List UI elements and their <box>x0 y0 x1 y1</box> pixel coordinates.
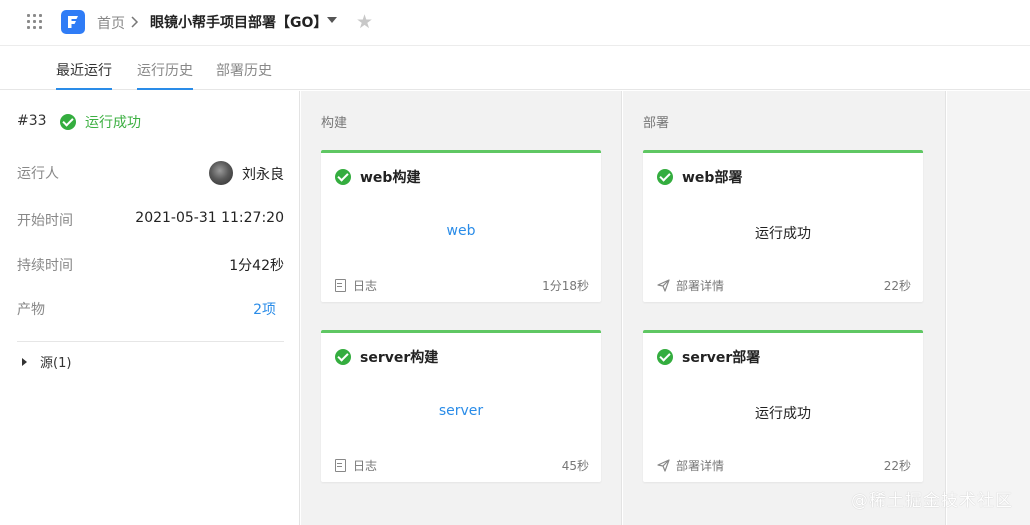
job-card-header: server部署 <box>657 347 760 367</box>
job-status-text: 运行成功 <box>755 406 811 422</box>
job-card-web-build[interactable]: web构建 web 日志 1分18秒 <box>321 150 601 302</box>
source-expander[interactable]: 源(1) <box>22 352 71 371</box>
apps-grid-icon[interactable] <box>27 14 43 30</box>
check-circle-icon <box>657 349 673 365</box>
job-card-header: web构建 <box>335 167 420 187</box>
tab-run-history[interactable]: 运行历史 <box>137 60 193 90</box>
deploy-detail-label: 部署详情 <box>676 279 725 293</box>
job-card-web-deploy[interactable]: web部署 运行成功 部署详情 22秒 <box>643 150 923 302</box>
watermark: @稀土掘金技术社区 <box>851 491 1013 511</box>
caret-right-icon <box>22 357 27 366</box>
runner-label: 运行人 <box>17 166 59 182</box>
tab-recent-runs[interactable]: 最近运行 <box>56 60 112 90</box>
breadcrumb-project-title[interactable]: 眼镜小帮手项目部署【GO】 <box>150 12 327 32</box>
log-link[interactable]: 日志 <box>335 277 377 294</box>
document-icon <box>335 459 346 472</box>
star-icon[interactable]: ★ <box>356 10 373 34</box>
avatar <box>209 161 233 185</box>
job-duration: 45秒 <box>561 459 589 473</box>
job-name: web构建 <box>360 170 421 186</box>
duration-value: 1分42秒 <box>229 258 284 274</box>
run-status: 运行成功 <box>60 112 141 132</box>
job-card-server-build[interactable]: server构建 server 日志 45秒 <box>321 330 601 482</box>
empty-stage-area <box>947 91 1030 525</box>
deploy-detail-link[interactable]: 部署详情 <box>657 457 724 474</box>
paper-plane-icon <box>657 459 670 472</box>
check-circle-icon <box>335 169 351 185</box>
run-summary-panel: #33 运行成功 运行人 刘永良 开始时间 2021-05-31 11:27:2… <box>0 91 300 525</box>
build-stage-title: 构建 <box>321 116 348 131</box>
artifacts-label: 产物 <box>17 302 45 318</box>
check-circle-icon <box>657 169 673 185</box>
job-duration: 1分18秒 <box>542 279 589 293</box>
job-artifact-link[interactable]: server <box>321 403 601 419</box>
chevron-right-icon <box>131 16 139 28</box>
tab-bar: 最近运行 运行历史 部署历史 <box>0 47 1030 90</box>
log-link[interactable]: 日志 <box>335 457 377 474</box>
runner-value: 刘永良 <box>209 161 284 185</box>
job-artifact-link[interactable]: web <box>321 223 601 239</box>
log-label: 日志 <box>353 279 378 293</box>
deploy-stage-title: 部署 <box>643 116 670 131</box>
job-card-server-deploy[interactable]: server部署 运行成功 部署详情 22秒 <box>643 330 923 482</box>
check-circle-icon <box>60 114 76 130</box>
job-card-header: server构建 <box>335 347 438 367</box>
deploy-stage-column: 部署 web部署 运行成功 部署详情 22秒 server部署 运行成功 部署详… <box>623 91 946 525</box>
tab-deploy-history[interactable]: 部署历史 <box>216 60 272 90</box>
deploy-detail-link[interactable]: 部署详情 <box>657 277 724 294</box>
runner-row: 运行人 刘永良 <box>17 161 284 188</box>
job-card-header: web部署 <box>657 167 742 187</box>
job-name: web部署 <box>682 170 743 186</box>
build-stage-column: 构建 web构建 web 日志 1分18秒 server构建 server 日志… <box>301 91 622 525</box>
start-time-value: 2021-05-31 11:27:20 <box>135 210 284 226</box>
job-duration: 22秒 <box>883 459 911 473</box>
deploy-detail-label: 部署详情 <box>676 459 725 473</box>
runner-name: 刘永良 <box>242 167 284 183</box>
duration-label: 持续时间 <box>17 258 73 274</box>
job-duration: 22秒 <box>883 279 911 293</box>
job-name: server部署 <box>682 350 761 366</box>
breadcrumb-home[interactable]: 首页 <box>97 13 125 33</box>
check-circle-icon <box>335 349 351 365</box>
artifacts-link[interactable]: 2项 <box>253 299 276 319</box>
paper-plane-icon <box>657 279 670 292</box>
job-status-text: 运行成功 <box>755 226 811 242</box>
top-bar: 首页 眼镜小帮手项目部署【GO】 ★ <box>0 0 1030 46</box>
run-number: #33 <box>17 113 47 129</box>
log-label: 日志 <box>353 459 378 473</box>
run-status-label: 运行成功 <box>85 115 141 131</box>
app-logo-icon[interactable] <box>61 10 85 34</box>
chevron-down-icon[interactable] <box>327 17 337 23</box>
start-time-label: 开始时间 <box>17 213 73 229</box>
job-name: server构建 <box>360 350 439 366</box>
source-label: 源(1) <box>40 356 72 371</box>
document-icon <box>335 279 346 292</box>
divider <box>17 341 284 342</box>
